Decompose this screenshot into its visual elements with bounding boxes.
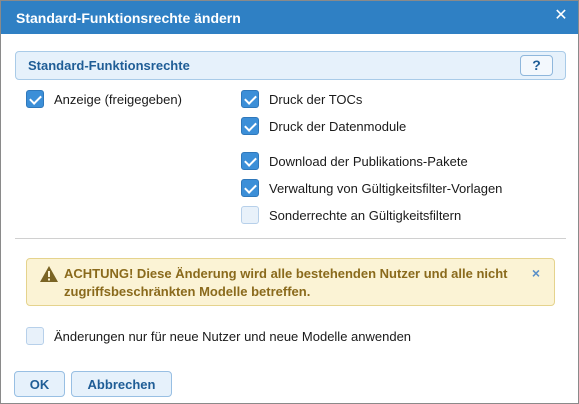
close-icon[interactable]: ✕ xyxy=(554,8,568,24)
warning-triangle-icon xyxy=(40,266,58,282)
warning-box: ACHTUNG! Diese Änderung wird alle besteh… xyxy=(26,258,555,306)
druck-tocs-checkbox[interactable] xyxy=(241,90,259,108)
dialog-title: Standard-Funktionsrechte ändern xyxy=(16,10,241,26)
download-pakete-checkbox[interactable] xyxy=(241,152,259,170)
dismiss-icon[interactable]: × xyxy=(532,265,540,281)
help-button[interactable]: ? xyxy=(520,55,553,76)
section-header: Standard-Funktionsrechte ? xyxy=(15,51,566,80)
dialog: Standard-Funktionsrechte ändern ✕ Standa… xyxy=(0,0,579,404)
anzeige-label: Anzeige (freigegeben) xyxy=(54,92,182,107)
gueltigkeitsfilter-vorlagen-checkbox[interactable] xyxy=(241,179,259,197)
cancel-button[interactable]: Abbrechen xyxy=(71,371,172,397)
sonderrechte-label: Sonderrechte an Gültigkeitsfiltern xyxy=(269,208,462,223)
anzeige-checkbox[interactable] xyxy=(26,90,44,108)
download-pakete-label: Download der Publikations-Pakete xyxy=(269,154,468,169)
right-sonderrechte[interactable]: Sonderrechte an Gültigkeitsfiltern xyxy=(241,206,561,226)
warning-text: ACHTUNG! Diese Änderung wird alle besteh… xyxy=(64,266,508,299)
apply-new-only-checkbox[interactable] xyxy=(26,327,44,345)
sonderrechte-checkbox[interactable] xyxy=(241,206,259,224)
right-download-pakete[interactable]: Download der Publikations-Pakete xyxy=(241,152,561,172)
right-druck-tocs[interactable]: Druck der TOCs xyxy=(241,90,561,110)
druck-datenmodule-checkbox[interactable] xyxy=(241,117,259,135)
right-gueltigkeitsfilter-vorlagen[interactable]: Verwaltung von Gültigkeitsfilter-Vorlage… xyxy=(241,179,561,199)
section-title: Standard-Funktionsrechte xyxy=(28,58,190,73)
dialog-titlebar: Standard-Funktionsrechte ändern ✕ xyxy=(1,1,578,34)
apply-new-only-option[interactable]: Änderungen nur für neue Nutzer und neue … xyxy=(26,327,466,347)
gueltigkeitsfilter-vorlagen-label: Verwaltung von Gültigkeitsfilter-Vorlage… xyxy=(269,181,503,196)
divider xyxy=(15,238,566,239)
right-druck-datenmodule[interactable]: Druck der Datenmodule xyxy=(241,117,561,137)
druck-datenmodule-label: Druck der Datenmodule xyxy=(269,119,407,134)
apply-new-only-label: Änderungen nur für neue Nutzer und neue … xyxy=(54,329,412,344)
druck-tocs-label: Druck der TOCs xyxy=(269,92,363,107)
ok-button[interactable]: OK xyxy=(14,371,65,397)
right-anzeige[interactable]: Anzeige (freigegeben) xyxy=(26,90,226,110)
